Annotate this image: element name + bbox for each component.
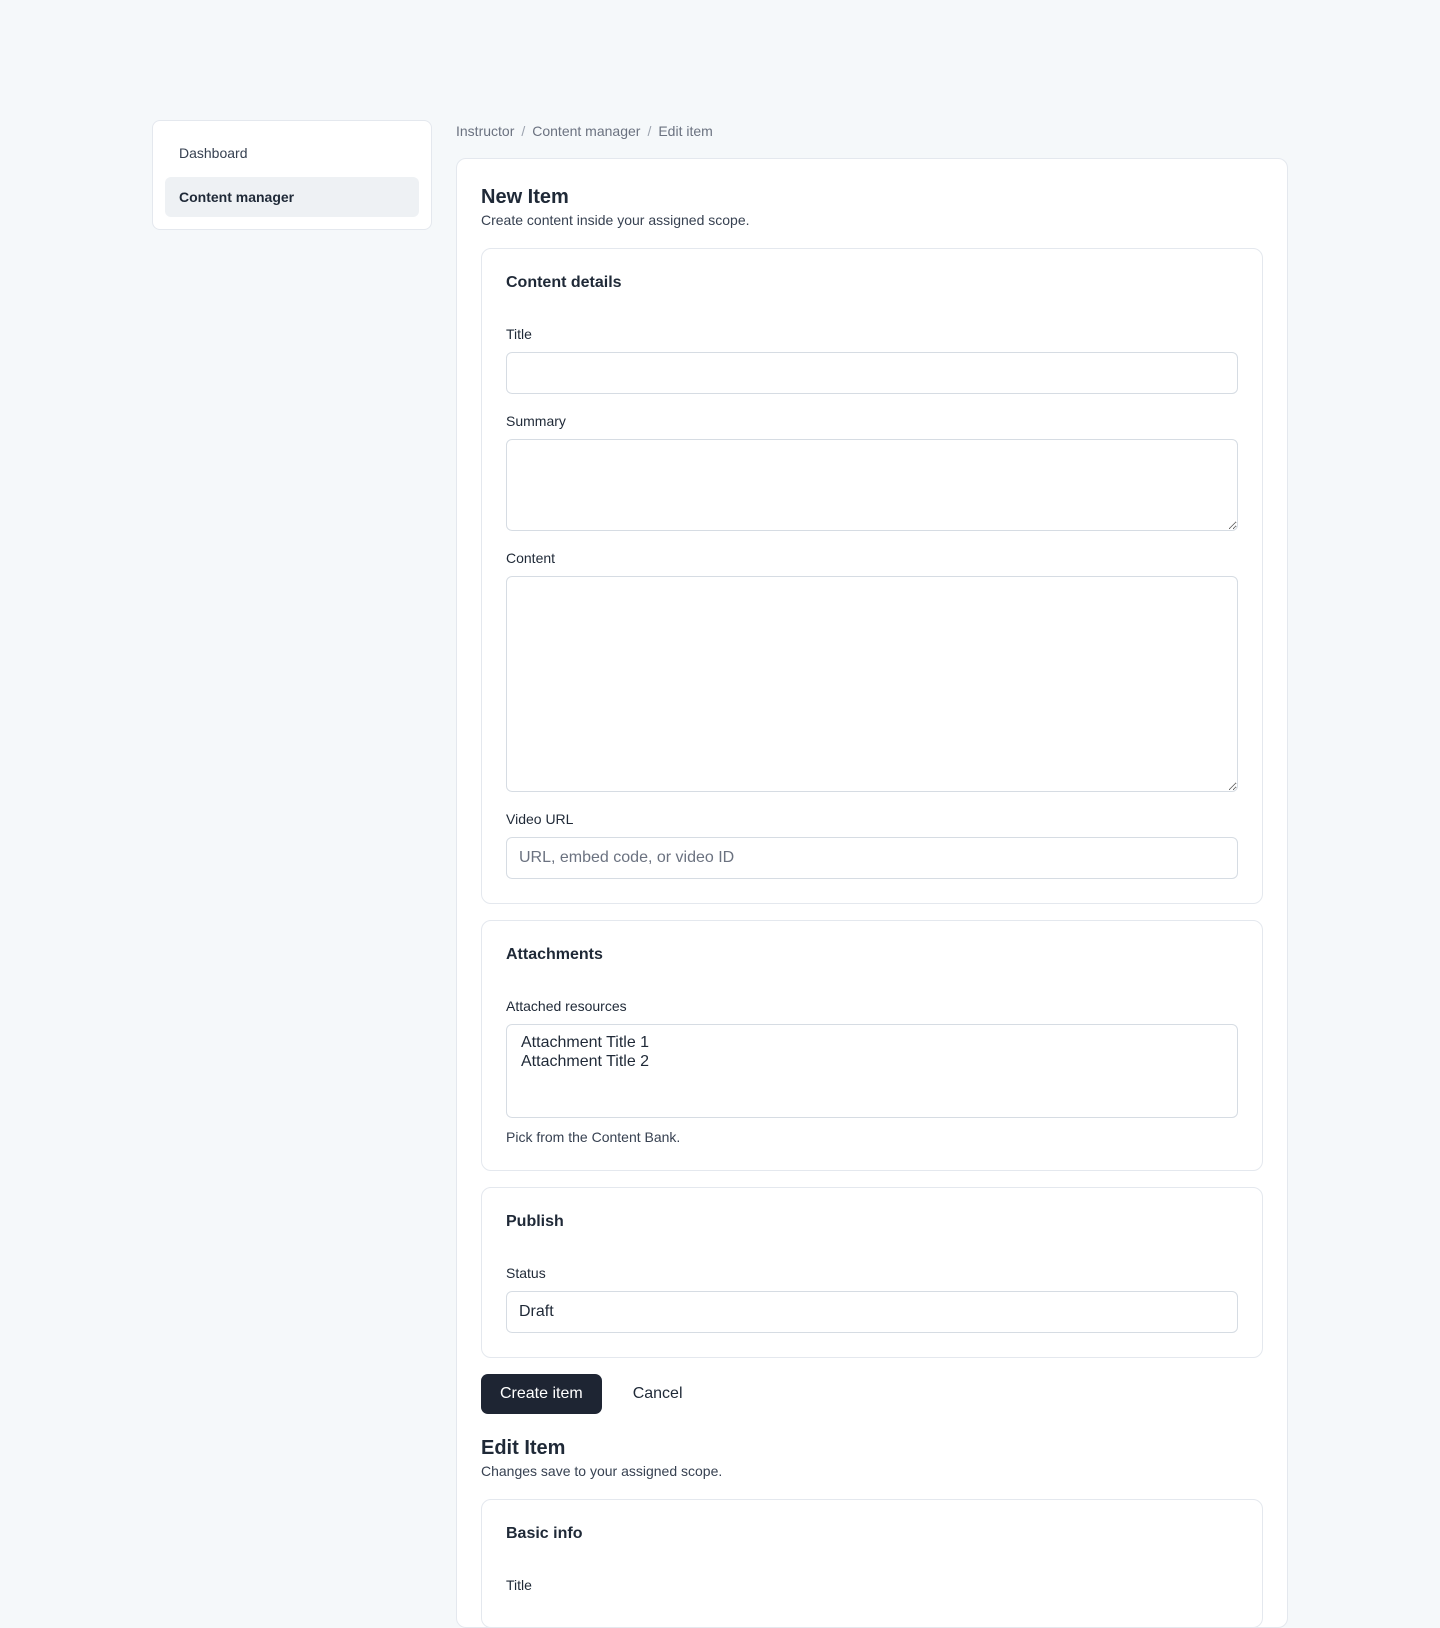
breadcrumb-separator: / bbox=[647, 123, 652, 139]
video-url-label: Video URL bbox=[506, 811, 574, 827]
summary-textarea[interactable] bbox=[506, 439, 1238, 531]
attachments-section: Attachments Attached resources Attachmen… bbox=[481, 920, 1263, 1171]
title-input[interactable] bbox=[506, 352, 1238, 394]
main-content: Instructor / Content manager / Edit item New… bbox=[456, 120, 1288, 1628]
status-select[interactable]: Draft bbox=[506, 1291, 1238, 1333]
breadcrumb-separator: / bbox=[521, 123, 526, 139]
sidebar: Dashboard Content manager bbox=[152, 120, 432, 230]
cancel-button[interactable]: Cancel bbox=[617, 1374, 699, 1414]
summary-field: Summary bbox=[506, 412, 1238, 531]
status-label: Status bbox=[506, 1265, 546, 1281]
form-card: New Item Create content inside your assi… bbox=[456, 158, 1288, 1628]
attachments-help-text: Pick from the Content Bank. bbox=[506, 1129, 681, 1145]
content-textarea[interactable] bbox=[506, 576, 1238, 792]
video-url-input[interactable] bbox=[506, 837, 1238, 879]
title-label: Title bbox=[506, 326, 532, 342]
sidebar-item-content-manager[interactable]: Content manager bbox=[165, 177, 419, 217]
edit-item-title: Edit Item bbox=[481, 1437, 566, 1459]
content-details-section: Content details Title Summary Content Vi… bbox=[481, 248, 1263, 904]
breadcrumb-content-manager[interactable]: Content manager bbox=[532, 123, 640, 139]
sidebar-item-dashboard[interactable]: Dashboard bbox=[165, 133, 419, 173]
breadcrumb-edit-item: Edit item bbox=[658, 123, 713, 139]
section-title: Publish bbox=[506, 1213, 564, 1230]
attached-resources-select[interactable]: Attachment Title 1 Attachment Title 2 bbox=[506, 1024, 1238, 1118]
page-subtitle: Create content inside your assigned scop… bbox=[481, 212, 750, 228]
attachment-option[interactable]: Attachment Title 2 bbox=[521, 1052, 1223, 1071]
attachment-option[interactable]: Attachment Title 1 bbox=[521, 1033, 1223, 1052]
page-title: New Item bbox=[481, 186, 569, 208]
title-field: Title bbox=[506, 325, 1238, 394]
content-label: Content bbox=[506, 550, 556, 566]
edit-item-subtitle: Changes save to your assigned scope. bbox=[481, 1463, 723, 1479]
basic-info-section: Basic info Title bbox=[481, 1499, 1263, 1627]
section-title: Content details bbox=[506, 274, 622, 291]
summary-label: Summary bbox=[506, 413, 566, 429]
breadcrumb: Instructor / Content manager / Edit item bbox=[456, 120, 1288, 142]
publish-section: Publish Status Draft bbox=[481, 1187, 1263, 1358]
section-title: Basic info bbox=[506, 1525, 583, 1542]
content-field: Content bbox=[506, 549, 1238, 792]
form-actions: Create item Cancel bbox=[481, 1374, 1263, 1414]
video-url-field: Video URL bbox=[506, 810, 1238, 879]
breadcrumb-instructor[interactable]: Instructor bbox=[456, 123, 514, 139]
create-item-button[interactable]: Create item bbox=[481, 1374, 602, 1414]
attached-resources-label: Attached resources bbox=[506, 998, 627, 1014]
section-title: Attachments bbox=[506, 946, 603, 963]
edit-title-label: Title bbox=[506, 1577, 532, 1593]
